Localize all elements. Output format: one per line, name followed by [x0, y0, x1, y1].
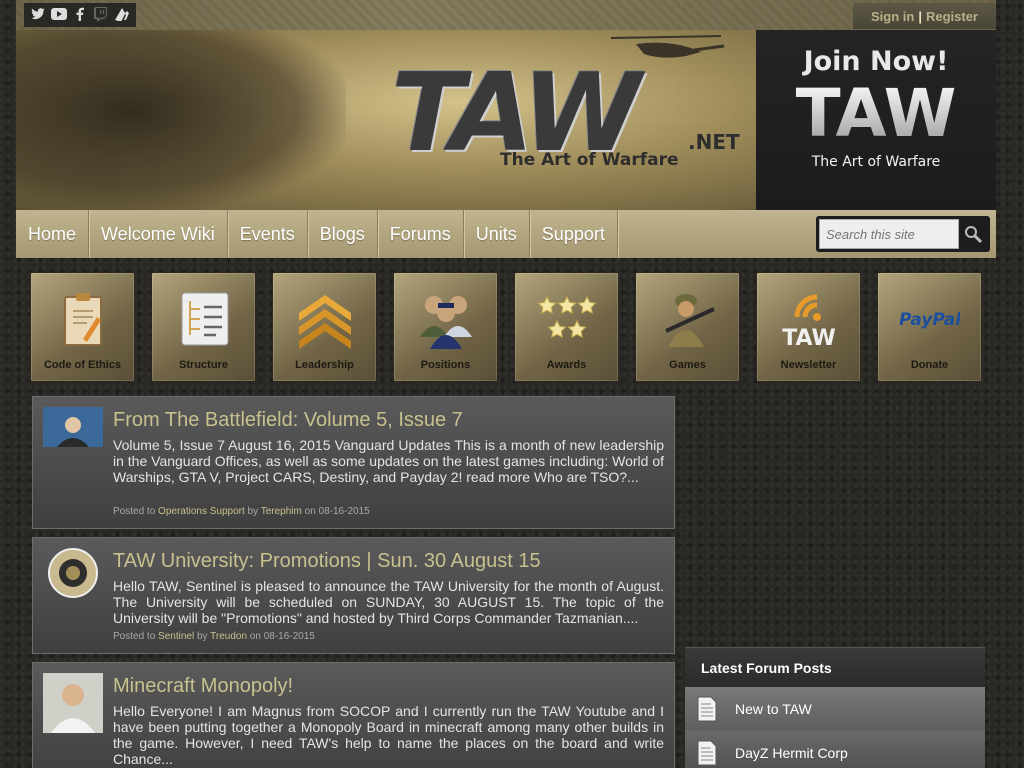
tile-label: Structure [179, 359, 228, 371]
tile-donate[interactable]: PayPal Donate [877, 272, 982, 382]
search-icon[interactable] [959, 219, 987, 249]
top-bar: Sign in | Register [16, 0, 996, 30]
forum-post-item[interactable]: DayZ Hermit Corp [685, 731, 985, 768]
post-thumbnail[interactable] [43, 407, 103, 447]
tile-leadership[interactable]: Leadership [272, 272, 377, 382]
paypal-icon: PayPal [900, 310, 960, 330]
post-meta: Posted to Operations Support by Terephim… [113, 506, 370, 517]
search-box [816, 216, 990, 252]
post-title[interactable]: TAW University: Promotions | Sun. 30 Aug… [113, 550, 541, 573]
forum-post-title: DayZ Hermit Corp [735, 744, 848, 761]
post-category-link[interactable]: Sentinel [158, 631, 194, 642]
twitter-icon[interactable] [29, 7, 47, 23]
forum-post-title: New to TAW [735, 700, 812, 717]
soldier-image [16, 30, 346, 210]
youtube-icon[interactable] [50, 7, 68, 23]
post-title[interactable]: Minecraft Monopoly! [113, 675, 293, 698]
twitch-icon[interactable] [92, 6, 110, 24]
nav-forums[interactable]: Forums [378, 210, 464, 258]
join-now-heading: Join Now! [803, 46, 949, 77]
register-link[interactable]: Register [926, 9, 978, 24]
post-thumbnail[interactable] [43, 548, 103, 598]
document-icon [697, 696, 717, 722]
chevron-rank-icon [299, 295, 351, 349]
forum-post-item[interactable]: New to TAW [685, 687, 985, 731]
tile-label: Donate [910, 359, 949, 371]
auth-links: Sign in | Register [853, 3, 996, 29]
facebook-icon[interactable] [71, 7, 89, 24]
post-author-link[interactable]: Terephim [261, 506, 302, 517]
nav-home[interactable]: Home [16, 210, 90, 258]
news-post: Minecraft Monopoly! Hello Everyone! I am… [32, 662, 675, 768]
nav-events[interactable]: Events [228, 210, 308, 258]
taw-icon[interactable] [113, 7, 131, 24]
stars-icon [537, 295, 597, 339]
search-input[interactable] [819, 219, 959, 249]
clipboard-icon [64, 293, 102, 346]
news-post: TAW University: Promotions | Sun. 30 Aug… [32, 537, 675, 654]
auth-separator: | [918, 8, 922, 24]
document-icon [697, 740, 717, 766]
join-tagline: The Art of Warfare [811, 154, 941, 171]
nav-welcome-wiki[interactable]: Welcome Wiki [89, 210, 228, 258]
nav-support[interactable]: Support [530, 210, 618, 258]
post-excerpt: Hello TAW, Sentinel is pleased to announ… [113, 578, 664, 626]
tile-label: Leadership [295, 359, 354, 371]
quick-links: Code of Ethics Structure Leadership Posi… [30, 272, 982, 382]
post-excerpt: Hello Everyone! I am Magnus from SOCOP a… [113, 703, 664, 767]
taw-logo-net: .NET [688, 130, 740, 154]
post-meta: Posted to Sentinel by Treudon on 08-16-2… [113, 631, 315, 642]
tile-label: Positions [420, 359, 471, 371]
tile-label: Code of Ethics [43, 359, 121, 371]
join-taw-logo: TAW [756, 79, 996, 149]
sign-in-link[interactable]: Sign in [871, 9, 914, 24]
latest-forum-posts-heading: Latest Forum Posts [685, 647, 985, 687]
svg-text:TAW: TAW [782, 326, 836, 351]
header-banner[interactable]: TAW .NET The Art of Warfare [16, 30, 756, 210]
people-icon [420, 296, 472, 349]
post-category-link[interactable]: Operations Support [158, 506, 245, 517]
main-nav: Home Welcome Wiki Events Blogs Forums Un… [16, 210, 996, 258]
tile-label: Awards [546, 359, 587, 371]
news-post: From The Battlefield: Volume 5, Issue 7 … [32, 396, 675, 529]
post-excerpt: Volume 5, Issue 7 August 16, 2015 Vangua… [113, 437, 664, 485]
page-frame: Sign in | Register TAW .NET The Art of W… [16, 0, 996, 768]
taw-logo-tagline: The Art of Warfare [500, 150, 679, 170]
tile-games[interactable]: Games [635, 272, 740, 382]
post-author-link[interactable]: Treudon [210, 631, 247, 642]
structure-icon [181, 292, 229, 346]
tile-label: Games [669, 359, 706, 371]
rss-icon: TAW [782, 294, 836, 351]
tile-newsletter[interactable]: TAW Newsletter [756, 272, 861, 382]
svg-text:PayPal: PayPal [900, 310, 960, 330]
post-thumbnail[interactable] [43, 673, 103, 733]
join-now-panel[interactable]: Join Now! TAW The Art of Warfare [756, 30, 996, 210]
social-links [24, 3, 136, 27]
tile-label: Newsletter [780, 359, 837, 371]
nav-blogs[interactable]: Blogs [308, 210, 378, 258]
post-title[interactable]: From The Battlefield: Volume 5, Issue 7 [113, 409, 463, 432]
soldier-icon [665, 294, 715, 347]
tile-structure[interactable]: Structure [151, 272, 256, 382]
nav-units[interactable]: Units [464, 210, 530, 258]
tile-code-of-ethics[interactable]: Code of Ethics [30, 272, 135, 382]
tile-awards[interactable]: Awards [514, 272, 619, 382]
tile-positions[interactable]: Positions [393, 272, 498, 382]
